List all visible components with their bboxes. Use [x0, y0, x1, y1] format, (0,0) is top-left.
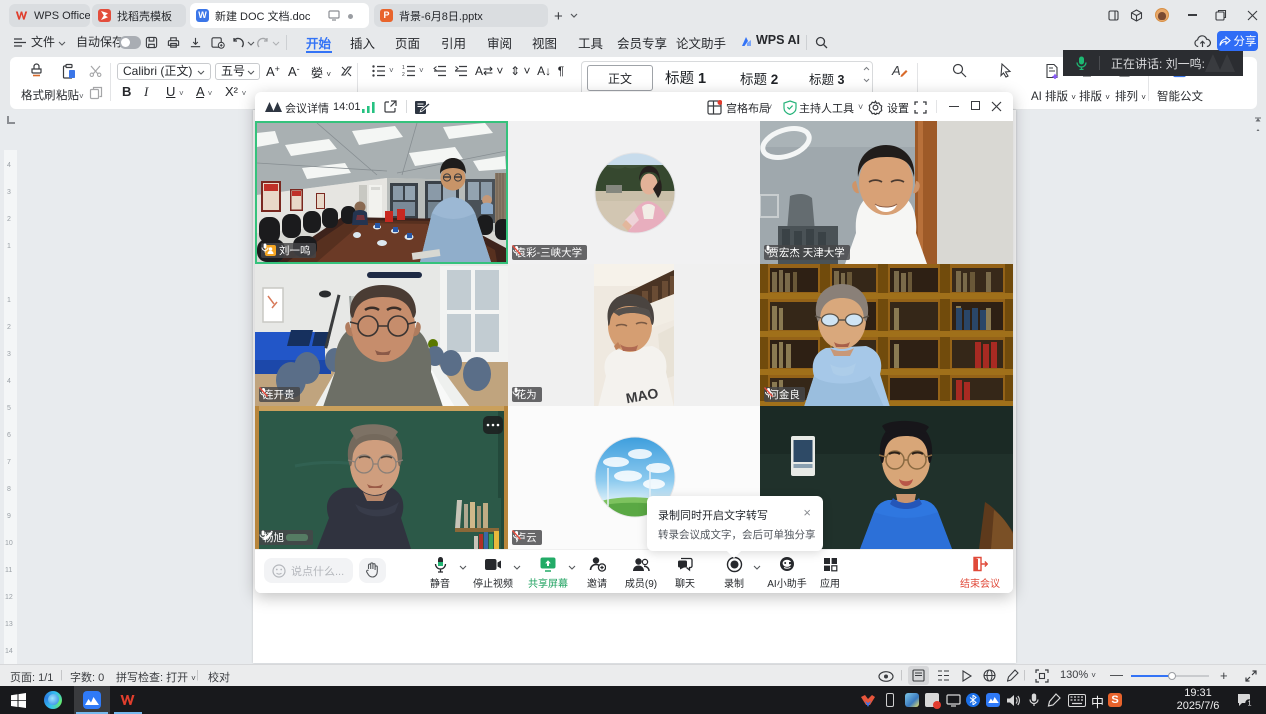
- svg-text:1: 1: [402, 65, 405, 71]
- svg-text:A: A: [891, 63, 901, 78]
- svg-text:1: 1: [1248, 701, 1252, 708]
- svg-text:2: 2: [402, 72, 405, 77]
